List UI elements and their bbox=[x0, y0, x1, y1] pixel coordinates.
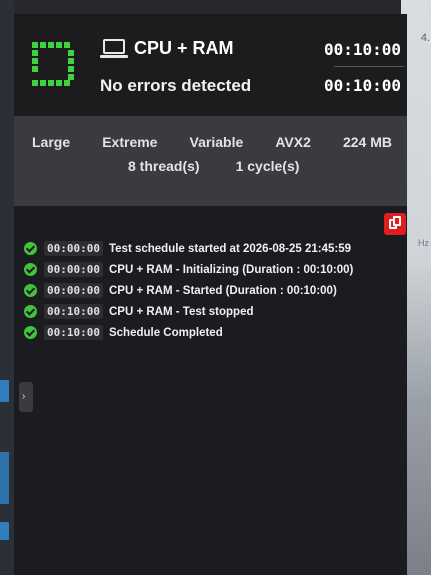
setting-dataset-size: Large bbox=[32, 134, 71, 150]
copy-log-button[interactable] bbox=[384, 213, 406, 235]
log-message: CPU + RAM - Initializing (Duration : 00:… bbox=[108, 263, 354, 276]
taskbar-icon bbox=[0, 452, 9, 504]
check-circle-icon bbox=[24, 284, 37, 297]
log-timestamp: 00:10:00 bbox=[44, 304, 103, 319]
test-settings-panel: Large Extreme Variable AVX2 224 MB 8 thr… bbox=[14, 116, 407, 206]
log-timestamp: 00:00:00 bbox=[44, 241, 103, 256]
setting-cycles: 1 cycle(s) bbox=[235, 158, 300, 174]
log-message: CPU + RAM - Started (Duration : 00:10:00… bbox=[108, 284, 337, 297]
log-timestamp: 00:00:00 bbox=[44, 283, 103, 298]
app-logo-icon bbox=[32, 42, 76, 86]
log-entry: 00:00:00 Test schedule started at 2026-0… bbox=[24, 238, 353, 259]
taskbar-icon bbox=[0, 522, 9, 540]
log-timestamp: 00:10:00 bbox=[44, 325, 103, 340]
test-title: CPU + RAM bbox=[134, 38, 234, 58]
background-text: Hz bbox=[418, 238, 429, 248]
setting-threads: 8 thread(s) bbox=[128, 158, 200, 174]
test-log-panel: 00:00:00 Test schedule started at 2026-0… bbox=[14, 206, 407, 575]
check-circle-icon bbox=[24, 326, 37, 339]
desktop-left-edge bbox=[0, 0, 14, 575]
window-top-bar bbox=[14, 0, 414, 14]
test-header: CPU + RAM No errors detected 00:10:00 00… bbox=[14, 14, 407, 116]
chevron-right-icon: › bbox=[22, 391, 26, 402]
log-entry: 00:00:00 CPU + RAM - Started (Duration :… bbox=[24, 280, 353, 301]
log-list: 00:00:00 Test schedule started at 2026-0… bbox=[24, 238, 353, 343]
taskbar-icon bbox=[0, 380, 9, 402]
log-entry: 00:10:00 Schedule Completed bbox=[24, 322, 353, 343]
log-message: Schedule Completed bbox=[108, 326, 223, 339]
duration-time: 00:10:00 bbox=[323, 76, 401, 95]
divider bbox=[334, 66, 404, 67]
stress-test-window: CPU + RAM No errors detected 00:10:00 00… bbox=[14, 14, 407, 575]
log-entry: 00:00:00 CPU + RAM - Initializing (Durat… bbox=[24, 259, 353, 280]
elapsed-time: 00:10:00 bbox=[323, 40, 401, 59]
laptop-icon bbox=[100, 38, 128, 59]
setting-intensity: Extreme bbox=[102, 134, 158, 150]
log-entry: 00:10:00 CPU + RAM - Test stopped bbox=[24, 301, 353, 322]
expand-sidebar-button[interactable]: › bbox=[19, 382, 33, 412]
log-message: Test schedule started at 2026-08-25 21:4… bbox=[108, 242, 352, 255]
check-circle-icon bbox=[24, 263, 37, 276]
check-circle-icon bbox=[24, 242, 37, 255]
setting-instruction-set: AVX2 bbox=[275, 134, 311, 150]
check-circle-icon bbox=[24, 305, 37, 318]
setting-load-type: Variable bbox=[189, 134, 244, 150]
setting-memory: 224 MB bbox=[342, 134, 392, 150]
status-message: No errors detected bbox=[100, 76, 252, 95]
background-text: 4. bbox=[420, 32, 430, 44]
log-message: CPU + RAM - Test stopped bbox=[108, 305, 254, 318]
log-timestamp: 00:00:00 bbox=[44, 262, 103, 277]
